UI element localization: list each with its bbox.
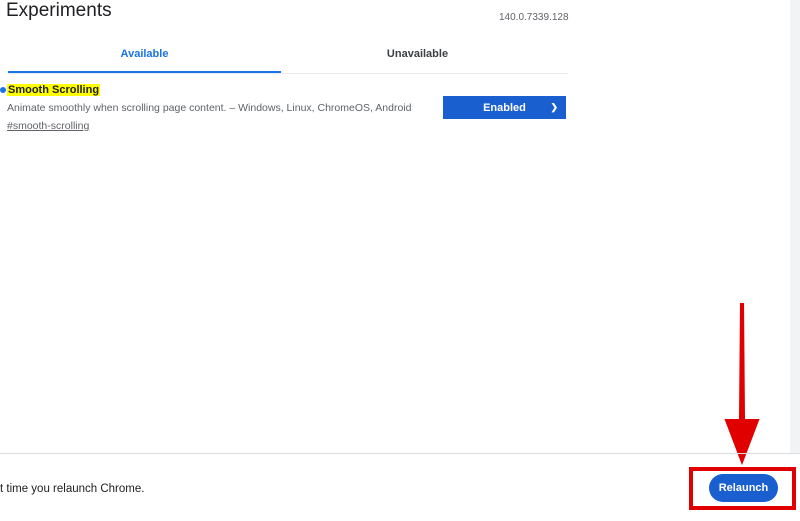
- annotation-arrow-icon: [721, 301, 763, 471]
- relaunch-button[interactable]: Relaunch: [709, 474, 778, 502]
- version-label: 140.0.7339.128: [499, 12, 569, 23]
- flag-description: Animate smoothly when scrolling page con…: [7, 102, 412, 114]
- flag-link[interactable]: #smooth-scrolling: [7, 120, 89, 132]
- scrollbar-track[interactable]: [790, 0, 800, 454]
- tab-unavailable[interactable]: Unavailable: [281, 40, 554, 73]
- relaunch-footer: t time you relaunch Chrome. Relaunch: [0, 453, 800, 521]
- tab-available[interactable]: Available: [8, 40, 281, 73]
- flag-state-value: Enabled: [483, 101, 526, 114]
- flag-name: Smooth Scrolling: [7, 84, 101, 96]
- modified-indicator-icon: [0, 87, 6, 93]
- tab-bar: Available Unavailable: [8, 40, 568, 74]
- flag-state-select[interactable]: Enabled ❯: [443, 96, 566, 119]
- relaunch-message: t time you relaunch Chrome.: [0, 483, 145, 495]
- chevron-down-icon: ❯: [550, 102, 558, 112]
- page-title: Experiments: [6, 0, 112, 21]
